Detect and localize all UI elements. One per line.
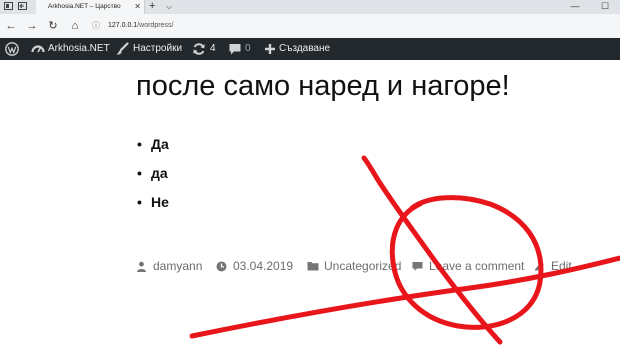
close-icon[interactable]: ✕ <box>134 0 141 14</box>
author-name: damyann <box>153 259 203 273</box>
list-item-text: да <box>151 165 168 181</box>
back-button[interactable]: ← <box>3 18 19 34</box>
window-controls-left <box>2 1 32 12</box>
comments-count: 0 <box>245 43 251 54</box>
dashboard-icon <box>31 45 45 53</box>
leave-comment-text: Leave a comment <box>429 259 525 273</box>
bullet-list: • Да • да • Не <box>137 132 169 219</box>
post-meta: damyann 03.04.2019 Uncategorized Leave a… <box>136 258 620 274</box>
new-content-label: Създаване <box>279 43 331 54</box>
list-item-text: Не <box>151 194 169 210</box>
site-name-label: Arkhosia.NET <box>48 43 110 54</box>
customize-label: Настройки <box>133 43 183 54</box>
url-path: /wordpress/ <box>137 22 174 29</box>
bullet-marker: • <box>137 136 142 152</box>
bullet-marker: • <box>137 165 142 181</box>
list-item: • Не <box>137 190 169 219</box>
forward-button[interactable]: → <box>24 18 40 34</box>
tab-preview-icon[interactable] <box>4 2 13 10</box>
edit-text: Edit <box>551 259 572 273</box>
category-name: Uncategorized <box>324 259 402 273</box>
comment-icon <box>229 44 241 55</box>
user-icon <box>137 261 146 272</box>
wp-admin-bar: Arkhosia.NET Настройки 4 0 Създаване <box>0 38 620 60</box>
address-bar[interactable]: ⓘ 127.0.0.1/wordpress/ <box>90 18 610 34</box>
post-text-heading: после само наред и нагоре! <box>136 70 510 102</box>
list-item: • да <box>137 161 169 190</box>
home-button[interactable]: ⌂ <box>67 18 83 34</box>
list-item: • Да <box>137 132 169 161</box>
bullet-marker: • <box>137 194 142 210</box>
url-text[interactable]: 127.0.0.1/wordpress/ <box>108 18 173 34</box>
updates-count: 4 <box>210 43 216 54</box>
clock-icon <box>216 261 227 272</box>
browser-tab-strip: Arkhosia.NET – Царство ✕ + ⌵ — ☐ <box>0 0 620 14</box>
browser-tab[interactable]: Arkhosia.NET – Царство ✕ <box>36 0 145 14</box>
updates-icon <box>193 43 205 55</box>
browser-toolbar: ← → ↻ ⌂ ⓘ 127.0.0.1/wordpress/ <box>0 14 620 39</box>
folder-icon <box>307 262 319 271</box>
plus-icon <box>265 44 275 54</box>
post-content: после само наред и нагоре! • Да • да • Не d… <box>0 60 620 349</box>
wordpress-logo-icon[interactable] <box>5 42 19 56</box>
pencil-icon <box>535 262 544 271</box>
back-tab-icon[interactable] <box>18 2 27 10</box>
new-tab-button[interactable]: + <box>149 0 155 13</box>
paintbrush-icon <box>116 42 129 55</box>
comment-bubble-icon <box>412 262 423 271</box>
list-item-text: Да <box>151 136 169 152</box>
refresh-button[interactable]: ↻ <box>45 18 61 34</box>
site-info-icon[interactable]: ⓘ <box>92 18 100 34</box>
tab-list-button[interactable]: ⌵ <box>166 0 172 14</box>
url-host: 127.0.0.1 <box>108 22 138 29</box>
minimize-button[interactable]: — <box>560 0 590 14</box>
post-date-text: 03.04.2019 <box>233 259 294 273</box>
maximize-button[interactable]: ☐ <box>590 0 620 14</box>
tab-title: Arkhosia.NET – Царство <box>48 3 121 10</box>
